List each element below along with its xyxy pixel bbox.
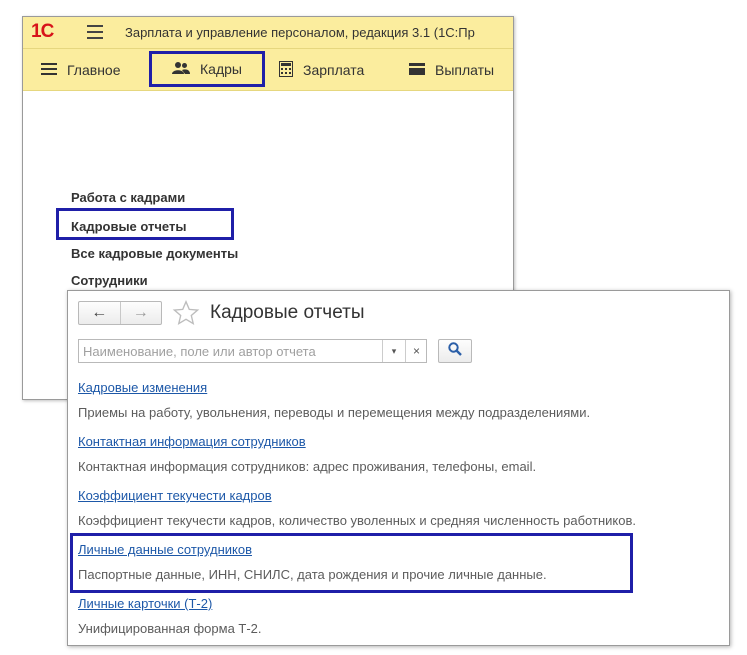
nav-item-kadry[interactable]: Кадры — [149, 51, 265, 87]
section-link-rabota[interactable]: Работа с кадрами — [71, 190, 185, 205]
nav-item-label: Главное — [67, 62, 121, 78]
report-link-koeffitsient-tekuchesti[interactable]: Коэффициент текучести кадров — [78, 488, 272, 503]
report-link-kontaktnaya-informatsiya[interactable]: Контактная информация сотрудников — [78, 434, 306, 449]
search-button[interactable] — [438, 339, 472, 363]
app-title: Зарплата и управление персоналом, редакц… — [125, 25, 475, 40]
highlight-box-lichnye-dannye — [70, 533, 633, 593]
logo-text: 1С — [31, 21, 54, 42]
section-navbar: Главное Кадры Зарплата Выплаты — [23, 49, 513, 91]
forward-arrow-icon: → — [132, 304, 149, 321]
calculator-icon — [279, 60, 293, 80]
menu-icon — [41, 62, 57, 79]
section-link-sotrudniki[interactable]: Сотрудники — [71, 273, 148, 288]
nav-item-label: Зарплата — [303, 62, 365, 78]
people-icon — [172, 61, 191, 78]
highlight-box-otchety — [56, 208, 234, 240]
hamburger-menu-icon[interactable] — [87, 25, 103, 39]
1c-logo[interactable]: 1С — [31, 21, 54, 43]
nav-item-zarplata[interactable]: Зарплата — [279, 49, 364, 91]
reports-window: ← → Кадровые отчеты ▾ × Кадровые изменен… — [67, 290, 730, 646]
back-arrow-icon: ← — [91, 304, 108, 321]
report-description: Приемы на работу, увольнения, переводы и… — [78, 405, 591, 420]
section-link-dokumenty[interactable]: Все кадровые документы — [71, 246, 238, 261]
back-button[interactable]: ← — [79, 302, 120, 324]
nav-item-label: Выплаты — [435, 62, 495, 78]
nav-item-vyplaty[interactable]: Выплаты — [409, 49, 494, 91]
search-dropdown-button[interactable]: ▾ — [382, 340, 405, 362]
title-bar: 1С Зарплата и управление персоналом, ред… — [23, 17, 513, 49]
search-icon — [448, 341, 462, 361]
nav-item-main[interactable]: Главное — [41, 49, 121, 91]
history-nav-buttons: ← → — [78, 301, 162, 325]
window-title: Кадровые отчеты — [210, 302, 365, 323]
report-description: Контактная информация сотрудников: адрес… — [78, 459, 537, 474]
close-icon: × — [412, 344, 420, 358]
report-description: Коэффициент текучести кадров, количество… — [78, 513, 636, 528]
chevron-down-icon: ▾ — [391, 345, 397, 356]
favorite-star-icon[interactable] — [172, 299, 200, 331]
nav-item-label: Кадры — [200, 61, 242, 77]
report-link-kadrovye-izmeneniya[interactable]: Кадровые изменения — [78, 380, 207, 395]
report-description: Унифицированная форма Т-2. — [78, 621, 262, 636]
report-link-lichnye-kartochki[interactable]: Личные карточки (Т-2) — [78, 596, 212, 611]
wallet-icon — [409, 62, 425, 78]
search-clear-button[interactable]: × — [405, 340, 427, 362]
search-field: ▾ × — [78, 339, 427, 363]
search-input[interactable] — [79, 340, 387, 362]
forward-button[interactable]: → — [119, 302, 162, 324]
